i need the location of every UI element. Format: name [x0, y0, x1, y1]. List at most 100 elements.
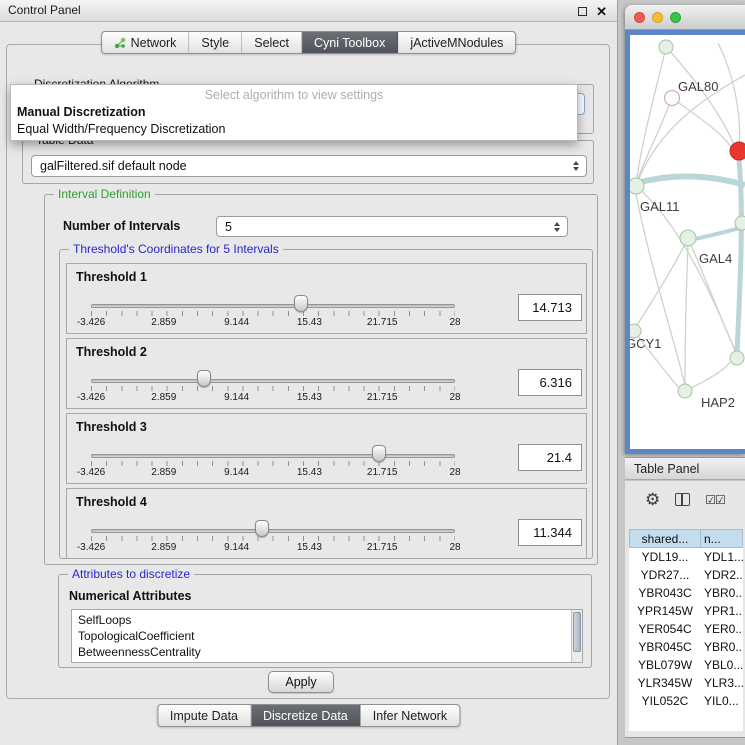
table-row[interactable]: YLR345WYLR3...	[629, 674, 743, 692]
tick-label: -3.426	[77, 392, 105, 403]
minimize-window-icon[interactable]	[652, 12, 663, 23]
tick-label: 28	[449, 467, 460, 478]
table-cell[interactable]: YBR0...	[701, 640, 743, 654]
close-window-icon[interactable]	[634, 12, 645, 23]
network-node[interactable]	[630, 178, 644, 194]
threshold-4-slider[interactable]: -3.4262.8599.14415.4321.71528	[91, 513, 455, 559]
attribute-list-item[interactable]: SelfLoops	[78, 612, 568, 628]
scrollbar-thumb[interactable]	[573, 612, 581, 652]
table-cell[interactable]: YER054C	[629, 622, 701, 636]
table-row[interactable]: YBR043CYBR0...	[629, 584, 743, 602]
spinner-arrows-icon	[554, 222, 560, 232]
tab-label: Infer Network	[373, 709, 447, 723]
table-data-combo[interactable]: galFiltered.sif default node	[31, 155, 587, 177]
tab-cyni-toolbox[interactable]: Cyni Toolbox	[302, 32, 398, 53]
table-cell[interactable]: YBR045C	[629, 640, 701, 654]
column-header-name[interactable]: n...	[701, 529, 743, 548]
list-scrollbar[interactable]	[571, 610, 582, 662]
float-window-icon[interactable]	[578, 7, 587, 16]
settings-gear-icon[interactable]: ⚙	[645, 491, 660, 508]
group-title-interval-definition: Interval Definition	[54, 187, 155, 202]
threshold-1-slider[interactable]: -3.4262.8599.14415.4321.71528	[91, 288, 455, 334]
tick-label: 9.144	[224, 467, 249, 478]
table-cell[interactable]: YBR0...	[701, 586, 743, 600]
table-row[interactable]: YER054CYER0...	[629, 620, 743, 638]
number-of-intervals-value: 5	[225, 220, 232, 234]
tab-network[interactable]: Network	[102, 32, 190, 53]
table-cell[interactable]: YLR3...	[701, 676, 743, 690]
tab-label: Style	[201, 36, 229, 50]
threshold-4-value-field[interactable]: 11.344	[518, 519, 582, 546]
tab-impute-data[interactable]: Impute Data	[158, 705, 251, 726]
table-cell[interactable]: YBR043C	[629, 586, 701, 600]
table-cell[interactable]: YPR1...	[701, 604, 743, 618]
tab-discretize-data[interactable]: Discretize Data	[251, 705, 361, 726]
attribute-list-item[interactable]: BetweennessCentrality	[78, 644, 568, 660]
table-row[interactable]: YBR045CYBR0...	[629, 638, 743, 656]
node-table-body: YDL19...YDL1...YDR27...YDR2...YBR043CYBR…	[629, 548, 743, 710]
table-row[interactable]: YBL079WYBL0...	[629, 656, 743, 674]
table-cell[interactable]: YDL19...	[629, 550, 701, 564]
tick-label: 15.43	[297, 317, 322, 328]
number-of-intervals-combo[interactable]: 5	[216, 216, 568, 237]
tab-style[interactable]: Style	[189, 32, 242, 53]
table-cell[interactable]: YLR345W	[629, 676, 701, 690]
network-tab-icon	[114, 37, 126, 49]
node-label-gcy1: GCY1	[630, 336, 661, 351]
show-columns-icon[interactable]	[675, 493, 690, 506]
tick-label: 9.144	[224, 542, 249, 553]
tab-label: Network	[131, 36, 177, 50]
tab-select[interactable]: Select	[242, 32, 302, 53]
network-node[interactable]	[678, 384, 692, 398]
tab-infer-network[interactable]: Infer Network	[361, 705, 459, 726]
threshold-2-value-field[interactable]: 6.316	[518, 369, 582, 396]
threshold-3-slider[interactable]: -3.4262.8599.14415.4321.71528	[91, 438, 455, 484]
table-data-combo-value: galFiltered.sif default node	[40, 159, 187, 173]
table-cell[interactable]: YDR27...	[629, 568, 701, 582]
network-node[interactable]	[730, 351, 744, 365]
threshold-1-label: Threshold 1	[76, 270, 147, 284]
threshold-1-value-field[interactable]: 14.713	[518, 294, 582, 321]
table-row[interactable]: YIL052CYIL0...	[629, 692, 743, 710]
select-columns-checkboxes-icon[interactable]: ☑☑	[705, 493, 725, 507]
network-canvas[interactable]: GAL80 GAL11 GAL4 GCY1 HAP2	[630, 35, 745, 449]
table-row[interactable]: YPR145WYPR1...	[629, 602, 743, 620]
slider-thumb[interactable]	[294, 295, 308, 312]
tick-label: 15.43	[297, 467, 322, 478]
threshold-2-slider[interactable]: -3.4262.8599.14415.4321.71528	[91, 363, 455, 409]
tick-label: 15.43	[297, 392, 322, 403]
attribute-list-item[interactable]: TopologicalCoefficient	[78, 628, 568, 644]
column-header-shared-name[interactable]: shared...	[629, 529, 701, 548]
close-panel-icon[interactable]: ✕	[596, 5, 607, 18]
table-cell[interactable]: YPR145W	[629, 604, 701, 618]
table-row[interactable]: YDL19...YDL1...	[629, 548, 743, 566]
tick-label: 9.144	[224, 317, 249, 328]
table-cell[interactable]: YBL0...	[701, 658, 743, 672]
network-node[interactable]	[735, 216, 745, 230]
network-node-selected-red[interactable]	[730, 142, 745, 160]
table-cell[interactable]: YIL052C	[629, 694, 701, 708]
dropdown-option-manual-discretization[interactable]: Manual Discretization	[11, 104, 577, 121]
table-cell[interactable]: YBL079W	[629, 658, 701, 672]
table-row[interactable]: YDR27...YDR2...	[629, 566, 743, 584]
slider-track	[91, 304, 455, 308]
network-node[interactable]	[659, 40, 673, 54]
slider-thumb[interactable]	[255, 520, 269, 537]
table-cell[interactable]: YIL0...	[701, 694, 743, 708]
zoom-window-icon[interactable]	[670, 12, 681, 23]
slider-thumb[interactable]	[197, 370, 211, 387]
slider-tick-marks	[91, 311, 455, 316]
network-node[interactable]	[680, 230, 696, 246]
threshold-2-panel: Threshold 2 -3.4262.8599.14415.4321.7152…	[66, 338, 587, 409]
slider-thumb[interactable]	[372, 445, 386, 462]
table-cell[interactable]: YDR2...	[701, 568, 743, 582]
table-cell[interactable]: YDL1...	[701, 550, 743, 564]
dropdown-option-equal-width-frequency[interactable]: Equal Width/Frequency Discretization	[11, 121, 577, 138]
numerical-attributes-list[interactable]: SelfLoopsTopologicalCoefficientBetweenne…	[71, 609, 583, 663]
threshold-3-value-field[interactable]: 21.4	[518, 444, 582, 471]
table-cell[interactable]: YER0...	[701, 622, 743, 636]
thresholds-group: Threshold's Coordinates for 5 Intervals …	[59, 249, 593, 559]
control-panel-window: Control Panel ✕ Network Style	[0, 0, 618, 745]
tab-jactivemnodules[interactable]: jActiveMNodules	[398, 32, 515, 53]
apply-button[interactable]: Apply	[268, 671, 334, 693]
